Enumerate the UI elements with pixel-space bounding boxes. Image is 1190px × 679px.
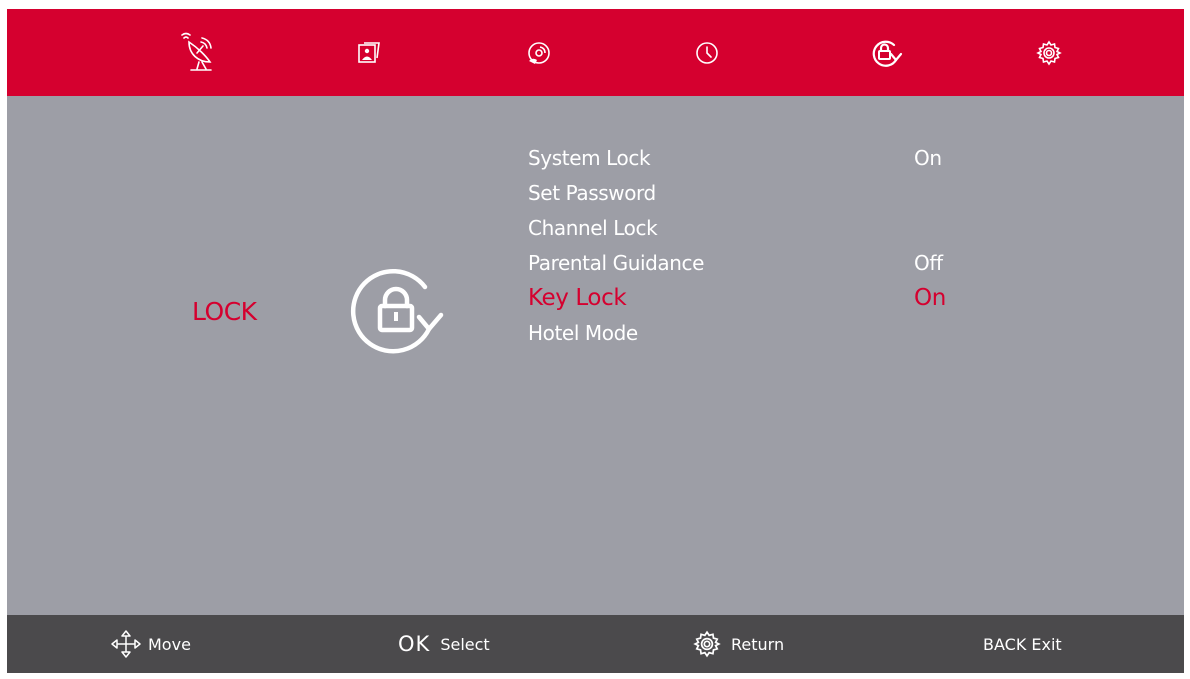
return-hint: Return (693, 615, 784, 673)
menu-item-system-lock[interactable]: System Lock On (528, 142, 948, 177)
satellite-dish-icon[interactable] (179, 32, 219, 74)
menu-item-label: Channel Lock (528, 216, 658, 240)
menu-item-key-lock[interactable]: Key Lock On (528, 282, 948, 317)
menu-item-parental-guidance[interactable]: Parental Guidance Off (528, 247, 948, 282)
lock-icon[interactable] (867, 32, 907, 74)
menu-item-value: On (914, 146, 942, 170)
return-label: Return (731, 634, 785, 654)
tv-menu-screen: LOCK System Lock On Set Password Channel… (7, 9, 1184, 673)
menu-item-value: On (914, 285, 946, 311)
menu-item-label: System Lock (528, 146, 651, 170)
page-title: LOCK (192, 297, 257, 326)
exit-hint: BACK Exit (983, 615, 1062, 673)
gear-icon[interactable] (1029, 32, 1069, 74)
menu-item-label: Hotel Mode (528, 321, 638, 345)
select-label: Select (440, 634, 490, 654)
sound-icon[interactable] (519, 32, 559, 74)
exit-label: BACK Exit (983, 634, 1062, 654)
lock-rotate-icon (345, 265, 455, 357)
bottom-hint-bar: Move OK Select Return BACK Exit (7, 615, 1184, 673)
gear-icon (693, 630, 721, 658)
menu-item-label: Key Lock (528, 285, 627, 311)
lock-menu-list: System Lock On Set Password Channel Lock… (528, 142, 948, 352)
picture-icon[interactable] (349, 32, 389, 74)
select-hint: OK Select (398, 615, 490, 673)
menu-item-value: Off (914, 251, 943, 275)
menu-item-set-password[interactable]: Set Password (528, 177, 948, 212)
move-label: Move (148, 634, 191, 654)
top-nav-bar (7, 9, 1184, 96)
move-hint: Move (110, 615, 191, 673)
ok-key-label: OK (398, 632, 431, 656)
menu-item-hotel-mode[interactable]: Hotel Mode (528, 317, 948, 352)
menu-item-label: Set Password (528, 181, 656, 205)
clock-icon[interactable] (687, 32, 727, 74)
move-arrows-icon (111, 630, 141, 658)
menu-item-channel-lock[interactable]: Channel Lock (528, 212, 948, 247)
menu-item-label: Parental Guidance (528, 251, 705, 275)
